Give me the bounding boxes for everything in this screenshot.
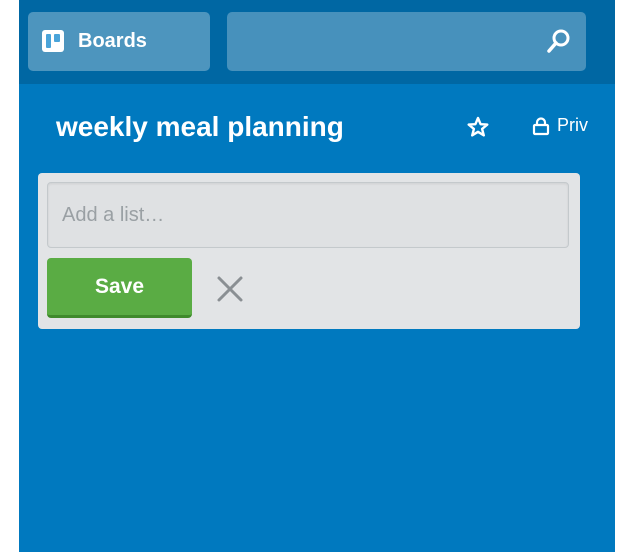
boards-button[interactable]: Boards: [28, 12, 210, 71]
save-button[interactable]: Save: [47, 258, 192, 318]
header-bar: Boards: [19, 0, 615, 84]
close-icon[interactable]: [215, 274, 245, 304]
add-list-panel: Save: [38, 173, 580, 329]
search-input[interactable]: [227, 12, 586, 71]
search-icon[interactable]: [546, 28, 572, 54]
star-icon[interactable]: [467, 116, 489, 138]
board-app: Boards weekly meal planning Priv Save: [19, 0, 615, 552]
board-title[interactable]: weekly meal planning: [56, 109, 344, 145]
privacy-label[interactable]: Priv: [557, 113, 588, 137]
add-list-input[interactable]: [47, 182, 569, 248]
lock-icon: [532, 117, 550, 136]
boards-icon: [42, 30, 64, 52]
boards-label: Boards: [78, 30, 147, 52]
